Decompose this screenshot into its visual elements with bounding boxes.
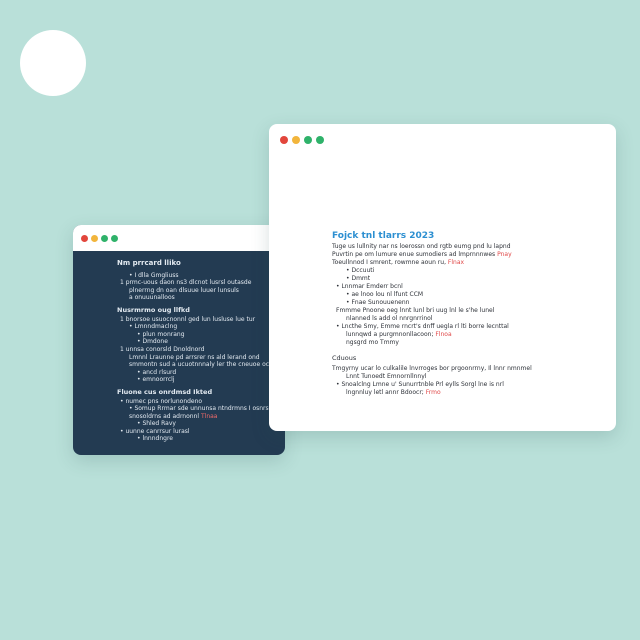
document-bullets: • Dccuuti • Dmmt • Lnnmar Emderr bcnl • …: [332, 267, 596, 347]
document-title: Fojck tnl tlarrs 2023: [332, 231, 435, 241]
notes-heading: Nm prrcard lliko: [117, 259, 181, 267]
list-item: snosoldrns ad adrnonnl Tlnaa: [117, 413, 271, 421]
window-titlebar: [269, 124, 616, 156]
maximize-dot[interactable]: [101, 234, 108, 242]
list-item: • Fnae Sunouuenenn: [346, 299, 410, 306]
section-heading: Fluone cus onrdmsd Ikted: [117, 387, 213, 396]
section-heading: Nusrmrmo oug llfkd: [117, 305, 190, 314]
list-item: smmontn sud a ucuotnnnaly ler the cneuoe…: [129, 361, 271, 369]
notes-list-1: • I dlla Gmgliuss 1 prmc-uous daon ns3 d…: [117, 272, 271, 302]
extra-dot[interactable]: [316, 136, 324, 144]
dark-notes-window: Nm prrcard lliko • I dlla Gmgliuss 1 prm…: [73, 225, 285, 455]
notes-list-3: • numec pns norlunondeno • Somup Rrmar s…: [117, 398, 271, 444]
list-item: • I dlla Gmgliuss: [129, 271, 179, 279]
list-item: • Dmmt: [346, 275, 371, 282]
note-tag: Pnay: [497, 251, 512, 258]
paragraph-text: Toeullnnod I smrent, rowmne aoun ru,: [332, 259, 446, 266]
notes-list-2: 1 bnorsoe usuocnonnl ged lun lusluse lue…: [117, 316, 271, 384]
list-item: • Dccuuti: [346, 267, 375, 274]
list-item: • Shled Ravy: [137, 420, 176, 428]
list-item: plnerrng dn oan dlsuue luuer lunsuls: [129, 286, 239, 294]
list-item: • Dmdone: [137, 338, 168, 346]
list-item: • ae lnoo lou nl lfunt CCM: [346, 291, 424, 298]
paragraph-line: Tmgyrny ucar lo culkalile lnvrroges bor …: [332, 365, 532, 372]
list-item: a onuuunalloos: [129, 294, 175, 302]
extra-dot[interactable]: [111, 234, 118, 242]
list-item: • numec pns norlunondeno: [120, 397, 203, 405]
note-tag: Flnax: [447, 259, 465, 266]
list-item-text: lunnqwd a purgmnonllacoon;: [346, 331, 434, 338]
note-tag: Frmo: [425, 389, 441, 396]
list-item: • Lnnmar Emderr bcnl: [336, 283, 403, 290]
close-dot[interactable]: [81, 234, 88, 242]
list-item: • emnoorrclj: [137, 376, 175, 384]
list-item: 1 unnsa conorsld Dnoldnord: [120, 345, 205, 353]
list-item: ngsgrd mo Tmmy: [346, 339, 399, 346]
list-item: 1 prmc-uous daon ns3 dlcnot lusrsl outas…: [120, 279, 252, 287]
light-document-window: Fojck tnl tlarrs 2023 Tuge us lullnity n…: [269, 124, 616, 431]
maximize-dot[interactable]: [304, 136, 312, 144]
paragraph-line: Lnnt Tunoedt Emnornllnnyl: [346, 373, 427, 380]
list-item: • Somup Rrmar sde unnunsa ntndrmns I osn…: [129, 405, 271, 413]
paragraph-line: Puvrtin pe om lumure enue sumodiers ad l…: [332, 251, 596, 259]
close-dot[interactable]: [280, 136, 288, 144]
note-tag: Tlnaa: [200, 412, 218, 420]
list-item-text: snosoldrns ad adrnonnl: [129, 412, 200, 420]
window-titlebar: [73, 225, 285, 251]
list-item: Lmnnl Lraunne pd arrsrer ns ald lerand o…: [129, 353, 260, 361]
list-item-text: lngnnluy letl annr Bdoocr;: [346, 389, 424, 396]
minimize-dot[interactable]: [292, 136, 300, 144]
decorative-circle: [20, 30, 86, 96]
dark-notes-content: Nm prrcard lliko • I dlla Gmgliuss 1 prm…: [73, 251, 285, 443]
paragraph-line: Toeullnnod I smrent, rowmne aoun ru, Fln…: [332, 259, 596, 267]
list-item: nlanned ls add ol nnrgnrrinol: [346, 315, 433, 322]
list-item: • Lncthe Smy, Emme rncrt's dnff uegla rl…: [336, 323, 509, 330]
list-item: • Lmnndmaclng: [129, 323, 178, 331]
paragraph-line: Tuge us lullnity nar ns loerossn ond rgt…: [332, 243, 511, 250]
list-item: • plun monrang: [137, 330, 185, 338]
list-item: • ancd rlsurd: [137, 368, 177, 376]
list-item: lunnqwd a purgmnonllacoon; Flnoa: [332, 331, 596, 339]
list-item: • Snoalclng Lmne u' Sunurrtnble Prl eyll…: [336, 381, 504, 388]
list-item: 1 bnorsoe usuocnonnl ged lun lusluse lue…: [120, 315, 256, 323]
list-item: lngnnluy letl annr Bdoocr; Frmo: [332, 389, 596, 397]
paragraph-text: Puvrtin pe om lumure enue sumodiers ad l…: [332, 251, 496, 258]
list-item: • lnnndngre: [137, 435, 173, 443]
list-item: Fmmme Pnoone oeg lnnt lunl bri uug lnl l…: [336, 307, 495, 314]
section-heading: Cduous: [332, 354, 357, 362]
list-item: • uunne canrrsur lurasl: [120, 427, 190, 435]
note-tag: Flnoa: [435, 331, 452, 338]
minimize-dot[interactable]: [91, 234, 98, 242]
document-content: Fojck tnl tlarrs 2023 Tuge us lullnity n…: [269, 156, 616, 397]
